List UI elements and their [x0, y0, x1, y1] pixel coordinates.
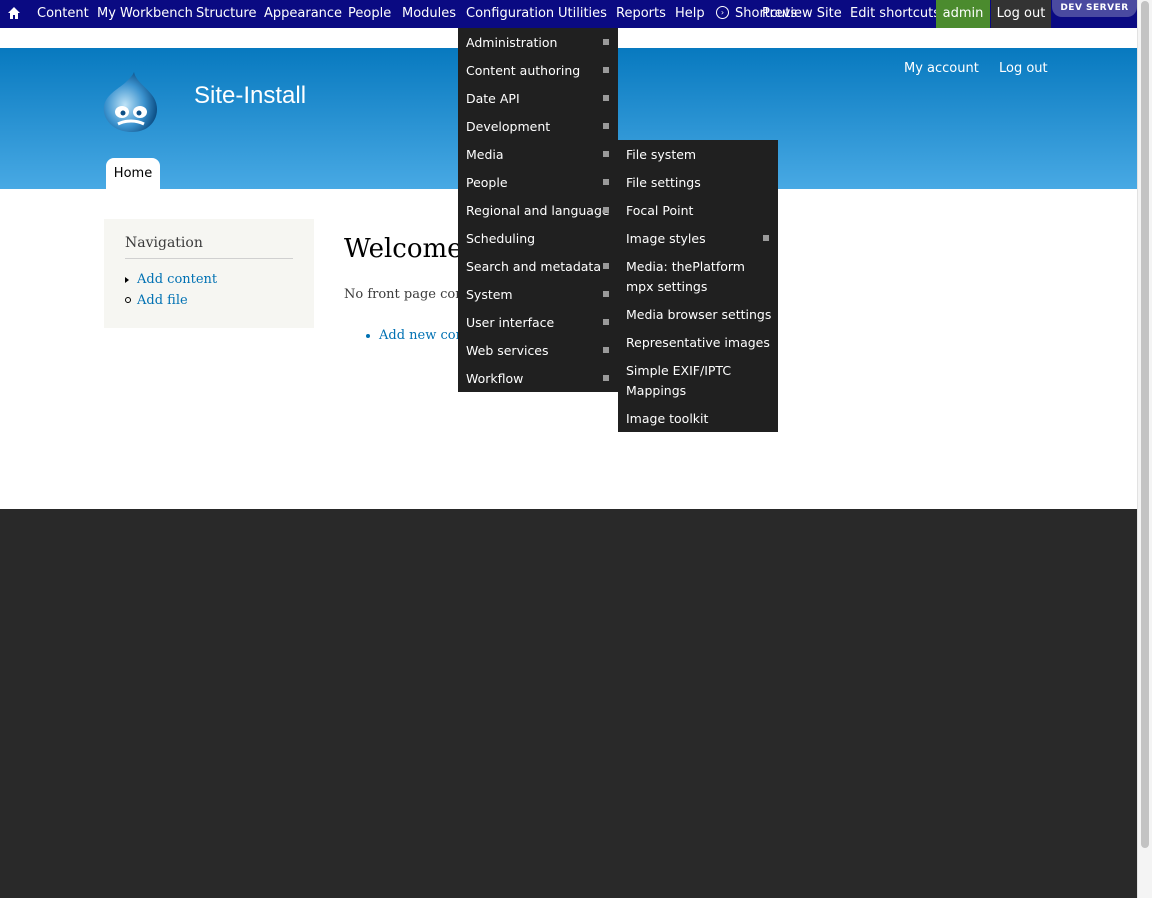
config-menu-item[interactable]: System	[466, 280, 614, 308]
site-footer	[0, 509, 1137, 898]
toolbar-item-people[interactable]: People	[348, 6, 391, 21]
my-account-link[interactable]: My account	[904, 61, 979, 76]
config-menu-item-label: Scheduling	[466, 231, 536, 246]
config-menu-item-label: System	[466, 287, 513, 302]
toolbar-item-my-workbench[interactable]: My Workbench	[97, 6, 193, 21]
config-menu-item[interactable]: Scheduling	[466, 224, 614, 252]
site-logo[interactable]	[100, 70, 162, 134]
toolbar-item-utilities[interactable]: Utilities	[558, 6, 607, 21]
config-menu-item-label: Media	[466, 147, 504, 162]
submenu-indicator-icon	[603, 67, 609, 73]
front-page-message: No front page cont	[344, 287, 469, 302]
media-menu-item[interactable]: Media: thePlatform mpx settings	[626, 252, 774, 294]
toolbar-item-modules[interactable]: Modules	[402, 6, 456, 21]
submenu-indicator-icon	[603, 179, 609, 185]
submenu-indicator-icon	[603, 375, 609, 381]
media-menu-item[interactable]: Representative images	[626, 328, 774, 356]
circle-bullet-icon	[125, 297, 131, 303]
media-menu-item-label: Focal Point	[626, 203, 694, 218]
config-menu-item[interactable]: Web services	[466, 336, 614, 364]
toolbar-item-structure[interactable]: Structure	[196, 6, 256, 21]
submenu-indicator-icon	[603, 207, 609, 213]
media-menu-item[interactable]: Simple EXIF/IPTC Mappings	[626, 356, 774, 398]
config-menu-item[interactable]: Administration	[466, 28, 614, 56]
divider	[125, 258, 293, 259]
media-menu-item-label: Simple EXIF/IPTC Mappings	[626, 363, 732, 398]
config-menu-item-label: Date API	[466, 91, 520, 106]
header-logout-link[interactable]: Log out	[999, 61, 1048, 76]
submenu-indicator-icon	[603, 263, 609, 269]
submenu-indicator-icon	[603, 291, 609, 297]
toolbar-item-help[interactable]: Help	[675, 6, 705, 21]
configuration-dropdown-menu: Administration Content authoring Date API D…	[458, 28, 618, 392]
config-menu-item[interactable]: Workflow	[466, 364, 614, 392]
admin-toolbar: Content My Workbench Structure Appearanc…	[0, 0, 1137, 28]
media-menu-item[interactable]: Image styles	[626, 224, 774, 252]
config-menu-item-label: Regional and language	[466, 203, 610, 218]
config-menu-item[interactable]: Regional and language	[466, 196, 614, 224]
submenu-indicator-icon	[603, 123, 609, 129]
media-menu-item[interactable]: Image toolkit	[626, 404, 774, 432]
config-menu-item[interactable]: Content authoring	[466, 56, 614, 84]
submenu-indicator-icon	[603, 319, 609, 325]
media-submenu: File system File settings Focal Point Image…	[618, 140, 778, 432]
submenu-indicator-icon	[763, 235, 769, 241]
media-menu-item[interactable]: Focal Point	[626, 196, 774, 224]
nav-link-add-file[interactable]: Add file	[137, 293, 188, 308]
media-menu-item-label: Media: thePlatform mpx settings	[626, 259, 745, 294]
secondary-menu: My account Log out	[904, 61, 1064, 76]
media-menu-item[interactable]: File system	[626, 140, 774, 168]
bullet-icon	[366, 334, 370, 338]
media-menu-item[interactable]: File settings	[626, 168, 774, 196]
config-menu-item[interactable]: Search and metadata	[466, 252, 614, 280]
toolbar-logout-button[interactable]: Log out	[991, 0, 1051, 28]
scrollbar-thumb[interactable]	[1141, 1, 1149, 848]
navigation-block: Navigation Add content Add file	[104, 219, 314, 328]
config-menu-item[interactable]: User interface	[466, 308, 614, 336]
submenu-indicator-icon	[603, 95, 609, 101]
config-menu-item-label: Search and metadata	[466, 259, 601, 274]
admin-user-button[interactable]: admin	[936, 0, 990, 28]
submenu-indicator-icon	[603, 347, 609, 353]
config-menu-item-label: Development	[466, 119, 551, 134]
shortcut-edit-shortcuts[interactable]: Edit shortcuts	[850, 6, 940, 21]
media-menu-item-label: Image toolkit	[626, 411, 709, 426]
home-icon[interactable]	[7, 6, 21, 20]
config-menu-item[interactable]: Development	[466, 112, 614, 140]
dev-server-badge: DEV SERVER	[1052, 0, 1137, 17]
config-menu-item-label: Workflow	[466, 371, 524, 386]
config-menu-item-label: People	[466, 175, 508, 190]
media-menu-item-label: File settings	[626, 175, 701, 190]
toolbar-item-reports[interactable]: Reports	[616, 6, 666, 21]
collapsed-arrow-icon	[125, 277, 129, 283]
config-menu-item-label: User interface	[466, 315, 555, 330]
add-new-content-link[interactable]: Add new con	[379, 328, 464, 343]
page-title: Welcome	[344, 234, 463, 264]
shortcuts-toggle-icon[interactable]: ›	[716, 6, 729, 19]
config-menu-item-label: Web services	[466, 343, 549, 358]
submenu-indicator-icon	[603, 39, 609, 45]
vertical-scrollbar[interactable]	[1137, 0, 1152, 898]
config-menu-item[interactable]: Media	[466, 140, 614, 168]
tab-home[interactable]: Home	[106, 158, 160, 189]
media-menu-item-label: Media browser settings	[626, 307, 772, 322]
media-menu-item-label: File system	[626, 147, 697, 162]
submenu-indicator-icon	[603, 151, 609, 157]
config-menu-item-label: Content authoring	[466, 63, 581, 78]
config-menu-item[interactable]: People	[466, 168, 614, 196]
toolbar-item-configuration[interactable]: Configuration	[466, 6, 554, 21]
config-menu-item-label: Administration	[466, 35, 558, 50]
toolbar-item-content[interactable]: Content	[37, 6, 89, 21]
navigation-title: Navigation	[125, 235, 203, 251]
nav-link-add-content[interactable]: Add content	[137, 272, 217, 287]
media-menu-item-label: Representative images	[626, 335, 770, 350]
shortcut-preview-site[interactable]: Preview Site	[762, 6, 842, 21]
site-name[interactable]: Site-Install	[194, 82, 306, 110]
media-menu-item-label: Image styles	[626, 231, 706, 246]
toolbar-item-appearance[interactable]: Appearance	[264, 6, 342, 21]
config-menu-item[interactable]: Date API	[466, 84, 614, 112]
media-menu-item[interactable]: Media browser settings	[626, 300, 774, 328]
